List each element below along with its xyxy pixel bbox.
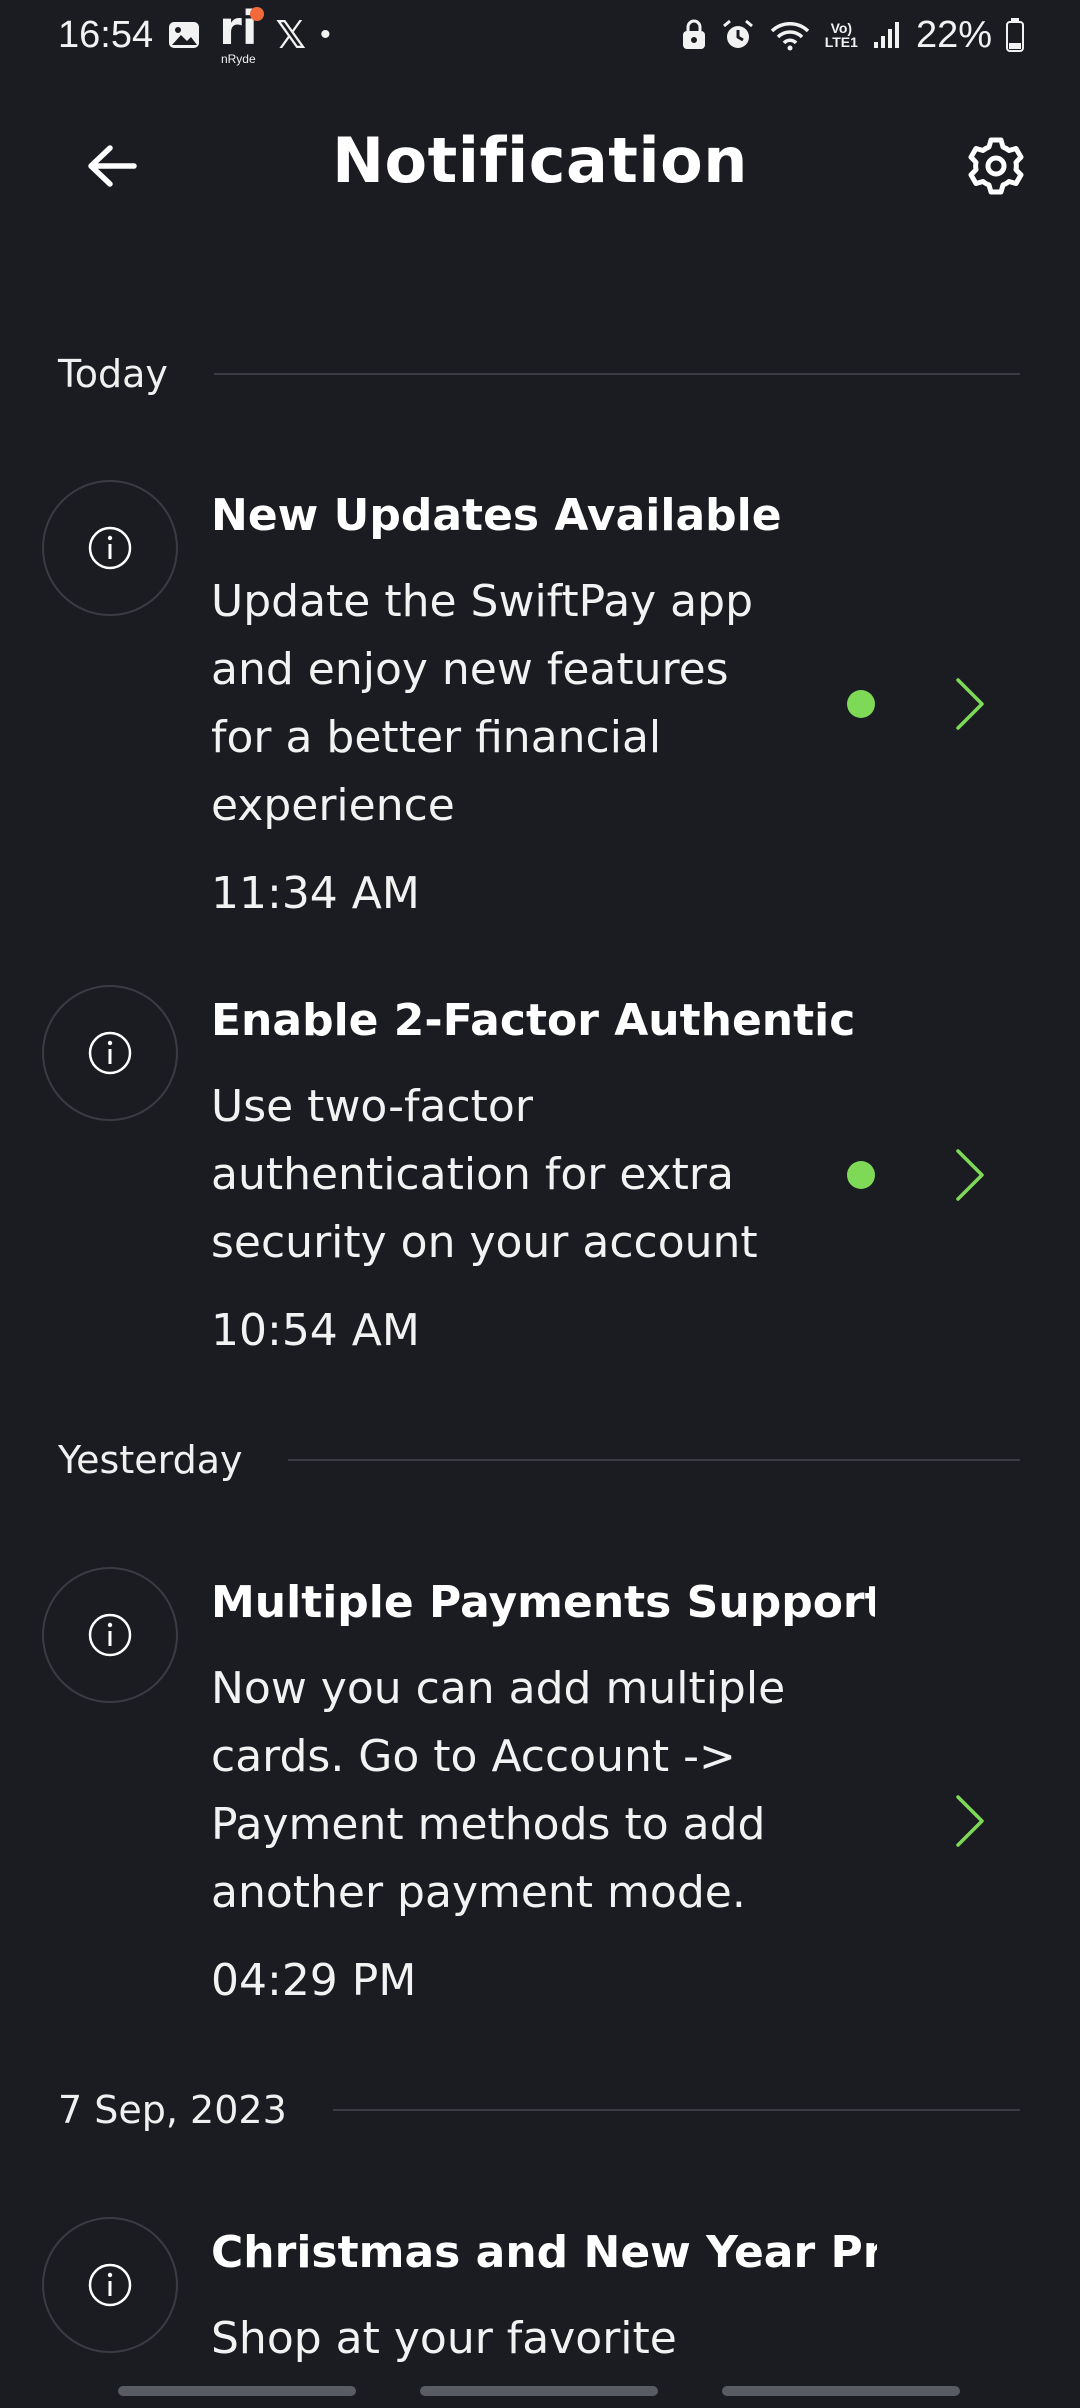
notification-body-line: cards. Go to Account -> bbox=[211, 1731, 736, 1782]
notification-body-line: Payment methods to add bbox=[211, 1799, 766, 1850]
notification-body-line: Now you can add multiple bbox=[211, 1663, 786, 1714]
section-label: 7 Sep, 2023 bbox=[58, 2088, 287, 2132]
notification-body-line: experience bbox=[211, 780, 455, 831]
notification-body-line: for a better financial bbox=[211, 712, 662, 763]
info-icon bbox=[42, 2217, 178, 2353]
volte-icon: Vo) LTE1 bbox=[825, 21, 858, 49]
notification-time: 04:29 PM bbox=[211, 1955, 417, 2006]
volte-bottom: LTE1 bbox=[824, 34, 858, 50]
battery-icon bbox=[1006, 18, 1024, 52]
notification-body-line: authentication for extra bbox=[211, 1149, 734, 1200]
notification-body: Update the SwiftPay app and enjoy new fe… bbox=[211, 568, 811, 840]
chevron-right-icon[interactable] bbox=[950, 1145, 990, 1205]
unread-indicator bbox=[847, 1161, 875, 1189]
gallery-icon bbox=[167, 20, 201, 50]
notification-dot: • bbox=[320, 18, 331, 51]
status-time: 16:54 bbox=[58, 13, 154, 56]
notification-body-line: Use two-factor bbox=[211, 1081, 533, 1132]
lock-icon bbox=[681, 19, 707, 51]
notification-item[interactable]: New Updates Available Update the SwiftPa… bbox=[0, 480, 1080, 940]
section-label: Today bbox=[58, 352, 168, 396]
alarm-icon bbox=[721, 19, 755, 51]
wifi-icon bbox=[769, 19, 811, 51]
notification-body-line: and enjoy new features bbox=[211, 644, 729, 695]
notification-title: New Updates Available bbox=[211, 490, 782, 541]
notification-body: Shop at your favorite bbox=[211, 2305, 811, 2373]
section-divider bbox=[213, 373, 1020, 375]
settings-button[interactable] bbox=[962, 132, 1030, 200]
section-divider bbox=[288, 1459, 1020, 1461]
section-divider bbox=[332, 2109, 1020, 2111]
nryde-badge-dot bbox=[249, 7, 264, 21]
signal-icon bbox=[872, 20, 902, 50]
notification-body-line: security on your account bbox=[211, 1217, 758, 1268]
notification-body: Now you can add multiple cards. Go to Ac… bbox=[211, 1655, 871, 1927]
gesture-nav-bar bbox=[0, 2378, 1080, 2408]
section-header-date: 7 Sep, 2023 bbox=[58, 2088, 1020, 2132]
status-bar-right: Vo) LTE1 22% bbox=[681, 14, 1024, 57]
notification-title: Christmas and New Year Pro bbox=[211, 2227, 877, 2278]
chevron-right-icon[interactable] bbox=[950, 1791, 990, 1851]
info-icon bbox=[42, 480, 178, 616]
status-bar: 16:54 ri nRyde 𝕏 • Vo) LTE1 22% bbox=[0, 0, 1080, 70]
page-title: Notification bbox=[332, 124, 748, 197]
notification-body: Use two-factor authentication for extra … bbox=[211, 1073, 811, 1277]
notification-body-line: Shop at your favorite bbox=[211, 2313, 677, 2364]
status-bar-left: 16:54 ri nRyde 𝕏 • bbox=[58, 5, 331, 65]
notification-body-line: Update the SwiftPay app bbox=[211, 576, 754, 627]
section-header-today: Today bbox=[58, 352, 1020, 396]
battery-percent: 22% bbox=[915, 13, 992, 56]
gear-icon bbox=[968, 137, 1024, 195]
section-label: Yesterday bbox=[58, 1438, 243, 1482]
nryde-app-icon: ri nRyde bbox=[219, 5, 264, 65]
app-header: Notification bbox=[0, 110, 1080, 220]
unread-indicator bbox=[847, 690, 875, 718]
notification-time: 11:34 AM bbox=[211, 868, 420, 919]
notification-title: Multiple Payments Support U bbox=[211, 1577, 875, 1628]
notification-item[interactable]: Multiple Payments Support U Now you can … bbox=[0, 1567, 1080, 2027]
notification-item[interactable]: Enable 2-Factor Authentic Use two-factor… bbox=[0, 985, 1080, 1365]
notification-time: 10:54 AM bbox=[211, 1305, 420, 1356]
notification-title: Enable 2-Factor Authentic bbox=[211, 995, 856, 1046]
notification-body-line: another payment mode. bbox=[211, 1867, 746, 1918]
chevron-right-icon[interactable] bbox=[950, 674, 990, 734]
x-app-icon: 𝕏 bbox=[275, 13, 307, 57]
info-icon bbox=[42, 985, 178, 1121]
volte-top: Vo) bbox=[830, 20, 853, 36]
info-icon bbox=[42, 1567, 178, 1703]
nav-pill-right[interactable] bbox=[722, 2386, 960, 2396]
nav-pill-home[interactable] bbox=[420, 2386, 658, 2396]
section-header-yesterday: Yesterday bbox=[58, 1438, 1020, 1482]
nav-pill-left[interactable] bbox=[118, 2386, 356, 2396]
